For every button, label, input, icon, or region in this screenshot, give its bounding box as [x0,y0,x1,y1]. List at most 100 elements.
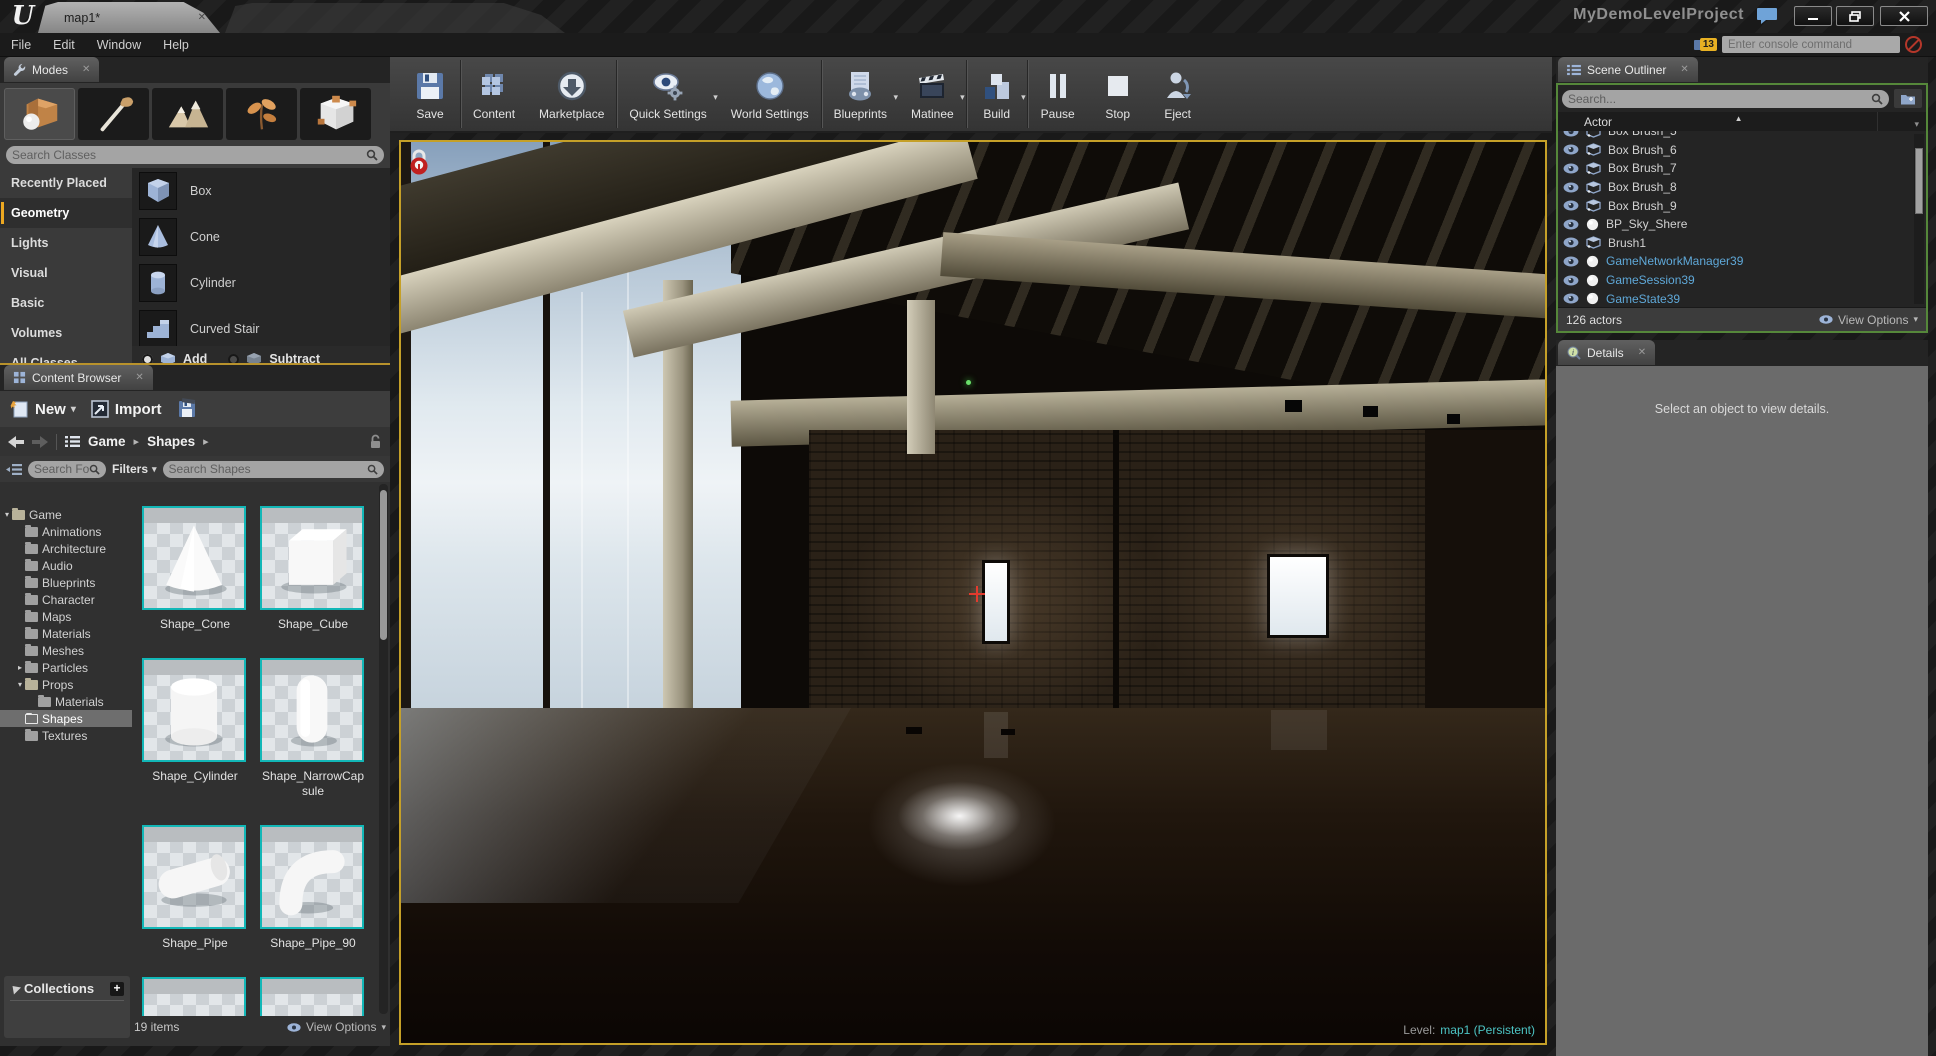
category-item[interactable]: Lights [0,228,132,258]
scrollbar-thumb[interactable] [1915,148,1923,214]
outliner-scrollbar[interactable] [1914,134,1924,304]
level-tab-map1[interactable]: map1* [38,2,220,33]
outliner-row[interactable]: Box Brush_9 [1558,196,1926,215]
breadcrumb-shapes[interactable]: Shapes [147,434,195,449]
folder-tree-item[interactable]: Blueprints [0,574,132,591]
visibility-eye-icon[interactable] [1563,200,1579,211]
toolbar-button[interactable]: Blueprints [822,60,899,128]
collections-expander-icon[interactable] [8,982,22,995]
console-command-input[interactable] [1722,36,1900,53]
visibility-eye-icon[interactable] [1563,219,1579,230]
scrollbar-thumb[interactable] [380,490,387,640]
view-options-button[interactable]: View Options [287,1020,386,1034]
toolbar-button[interactable]: Matinee [899,60,967,128]
outliner-row[interactable]: Box Brush_8 [1558,178,1926,197]
column-options-icon[interactable] [1914,119,1919,130]
tab-details[interactable]: i Details [1558,340,1656,365]
new-asset-button[interactable]: New [10,399,76,419]
folder-tree-item[interactable]: Maps [0,608,132,625]
import-button[interactable]: Import [90,399,162,419]
expanded-arrow-icon[interactable] [5,510,9,519]
folder-tree-item[interactable]: Props [0,676,132,693]
brush-add-radio[interactable] [142,353,153,363]
collections-header[interactable]: Collections + [8,981,124,1001]
minimize-button[interactable] [1794,6,1832,26]
category-item[interactable]: Volumes [0,318,132,348]
expanded-arrow-icon[interactable] [18,680,22,689]
sources-toggle-icon[interactable] [6,463,22,476]
create-folder-button[interactable] [1894,89,1922,108]
visibility-eye-icon[interactable] [1563,144,1579,155]
toolbar-button[interactable]: Marketplace [527,60,618,128]
search-assets-input[interactable] [168,462,367,476]
visibility-eye-icon[interactable] [1563,237,1579,248]
lock-icon[interactable] [369,434,382,449]
category-item[interactable]: Recently Placed [0,168,132,198]
close-icon[interactable] [82,64,90,75]
folder-tree-item[interactable]: Textures [0,727,132,744]
dropdown-caret-icon[interactable] [713,92,718,103]
collapsed-arrow-icon[interactable] [18,663,22,672]
asset-tile[interactable]: Shape_Pipe [142,825,248,951]
asset-tile[interactable]: Shape_Pipe_90 [260,825,366,951]
add-collection-button[interactable]: + [110,981,124,996]
toolbar-button[interactable]: Build [967,60,1028,128]
save-all-icon[interactable] [176,398,198,420]
no-entry-icon[interactable] [1905,36,1922,53]
mode-place-button[interactable] [4,88,75,140]
asset-tile[interactable]: Shape_NarrowCapsule [260,658,366,799]
placeable-item[interactable]: Box [132,168,390,214]
tab-scene-outliner[interactable]: Scene Outliner [1558,57,1698,82]
visibility-eye-icon[interactable] [1563,182,1579,193]
menu-window[interactable]: Window [86,33,152,57]
breadcrumb-game[interactable]: Game [88,434,126,449]
close-icon[interactable] [198,12,206,23]
view-options-button[interactable]: View Options [1819,313,1918,327]
category-item[interactable]: Basic [0,288,132,318]
asset-tile[interactable]: Shape_Cylinder [142,658,248,799]
forward-arrow-icon[interactable] [32,435,48,448]
message-count-badge[interactable]: 13 [1693,38,1717,51]
outliner-row[interactable]: Box Brush_5 [1558,131,1926,141]
category-item[interactable]: All Classes [0,348,132,363]
close-window-button[interactable] [1880,6,1928,26]
folder-tree-item[interactable]: Architecture [0,540,132,557]
toolbar-button[interactable]: Quick Settings [617,60,718,128]
menu-help[interactable]: Help [152,33,200,57]
folder-tree-item[interactable]: Particles [0,659,132,676]
filters-button[interactable]: Filters [112,462,157,476]
asset-tile[interactable]: Shape_Cone [142,506,248,632]
outliner-column-header[interactable]: Actor ▲ [1558,112,1926,131]
viewport[interactable]: Level: map1 (Persistent) [399,140,1547,1045]
toolbar-button[interactable]: Eject [1148,60,1208,128]
folder-tree-item[interactable]: Character [0,591,132,608]
folder-tree-item[interactable]: Materials [0,625,132,642]
menu-edit[interactable]: Edit [42,33,86,57]
visibility-eye-icon[interactable] [1563,163,1579,174]
outliner-row[interactable]: Brush1 [1558,234,1926,253]
asset-grid-scrollbar[interactable] [379,484,388,1014]
back-arrow-icon[interactable] [8,435,24,448]
asset-tile-partial[interactable] [260,977,366,1016]
menu-file[interactable]: File [0,33,42,57]
search-classes-input[interactable] [12,148,366,162]
brush-subtract-radio[interactable] [228,353,240,363]
restore-button[interactable] [1836,6,1874,26]
viewport-3d-scene[interactable]: Level: map1 (Persistent) [401,142,1545,1043]
category-item[interactable]: Visual [0,258,132,288]
folder-tree-item[interactable]: Meshes [0,642,132,659]
mode-landscape-button[interactable] [152,88,223,140]
visibility-eye-icon[interactable] [1563,275,1579,286]
close-icon[interactable] [135,372,143,383]
folder-tree-item[interactable]: Shapes [0,710,132,727]
visibility-eye-icon[interactable] [1563,256,1579,267]
outliner-search-input[interactable] [1568,91,1871,106]
toolbar-button[interactable]: Pause [1028,60,1088,128]
visibility-eye-icon[interactable] [1563,293,1579,304]
placeable-item[interactable]: Cylinder [132,260,390,306]
visibility-eye-icon[interactable] [1563,131,1579,137]
folder-tree-item[interactable]: Audio [0,557,132,574]
outliner-row[interactable]: GameNetworkManager39 [1558,252,1926,271]
category-item[interactable]: Geometry [0,198,132,228]
outliner-row[interactable]: GameSession39 [1558,271,1926,290]
